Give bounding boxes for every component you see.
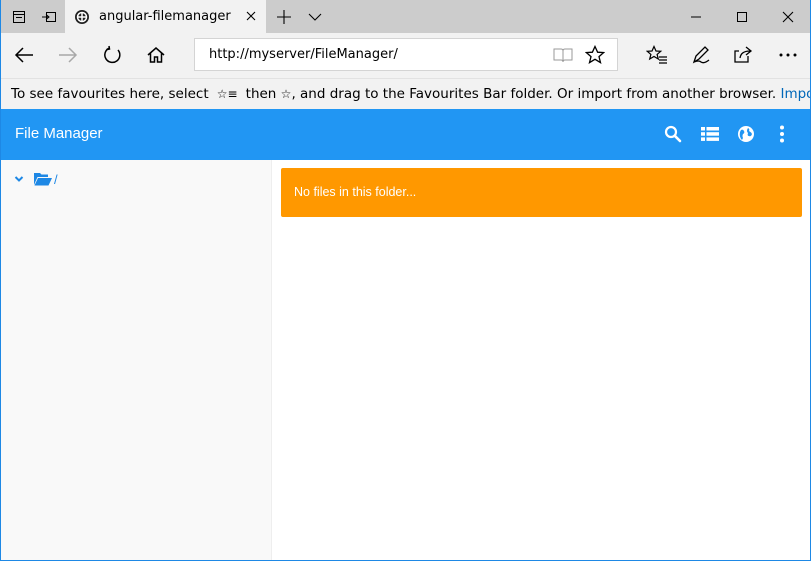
set-tabs-aside-icon[interactable] [33, 0, 65, 33]
forward-arrow-icon[interactable] [52, 39, 84, 71]
url-input[interactable]: http://myserver/FileManager/ [209, 47, 398, 62]
maximize-icon[interactable] [719, 0, 765, 33]
close-tab-icon[interactable] [244, 9, 258, 23]
tab-manager-icon[interactable] [3, 0, 35, 33]
tree-root-item[interactable]: / [13, 170, 58, 188]
address-bar[interactable]: http://myserver/FileManager/ [194, 38, 618, 71]
favourites-hub-icon: ☆≡ [212, 87, 242, 101]
favourite-star-small-icon: ☆ [280, 87, 292, 101]
reading-view-book-icon[interactable] [552, 45, 574, 65]
refresh-icon[interactable] [96, 39, 128, 71]
share-icon[interactable] [728, 39, 760, 71]
tab-preview-chevron-down-icon[interactable] [299, 0, 331, 33]
favourites-bar: To see favourites here, select ☆≡ then ☆… [1, 78, 810, 109]
chevron-down-icon[interactable] [13, 173, 25, 185]
app-header: File Manager [1, 109, 810, 160]
search-icon[interactable] [661, 122, 685, 146]
tree-root-label[interactable]: / [54, 172, 58, 187]
tab-bar: angular-filemanager [1, 0, 810, 33]
new-tab-icon[interactable] [268, 0, 300, 33]
file-list-area: No files in this folder... [272, 160, 810, 560]
empty-folder-alert: No files in this folder... [281, 168, 802, 217]
favourites-hint-rest: , and drag to the Favourites Bar folder.… [291, 86, 777, 102]
web-note-pen-icon[interactable] [685, 39, 717, 71]
favourites-hint-text: To see favourites here, select [11, 86, 209, 102]
back-arrow-icon[interactable] [8, 39, 40, 71]
more-vertical-icon[interactable] [770, 122, 794, 146]
favourites-hint-then: then [245, 86, 277, 102]
app-title: File Manager [15, 125, 103, 142]
tab-angular-filemanager[interactable]: angular-filemanager [65, 0, 266, 33]
import-favourites-link[interactable]: Import favourites [780, 86, 810, 102]
minimize-icon[interactable] [673, 0, 719, 33]
folder-tree-sidebar: / [1, 160, 272, 560]
favourites-hint: To see favourites here, select ☆≡ then ☆… [11, 86, 810, 102]
list-view-icon[interactable] [698, 122, 722, 146]
tab-title: angular-filemanager [99, 9, 231, 24]
close-window-icon[interactable] [765, 0, 810, 33]
site-favicon-icon [74, 9, 90, 25]
empty-folder-message: No files in this folder... [294, 185, 417, 199]
hub-favourites-icon[interactable] [641, 39, 673, 71]
language-globe-icon[interactable] [734, 122, 758, 146]
browser-window: angular-filemanager http://myserver/File… [0, 0, 811, 561]
more-options-icon[interactable] [772, 39, 804, 71]
navigation-bar: http://myserver/FileManager/ [1, 33, 810, 78]
home-icon[interactable] [140, 39, 172, 71]
favourite-star-icon[interactable] [584, 45, 606, 65]
folder-open-icon [34, 172, 52, 186]
